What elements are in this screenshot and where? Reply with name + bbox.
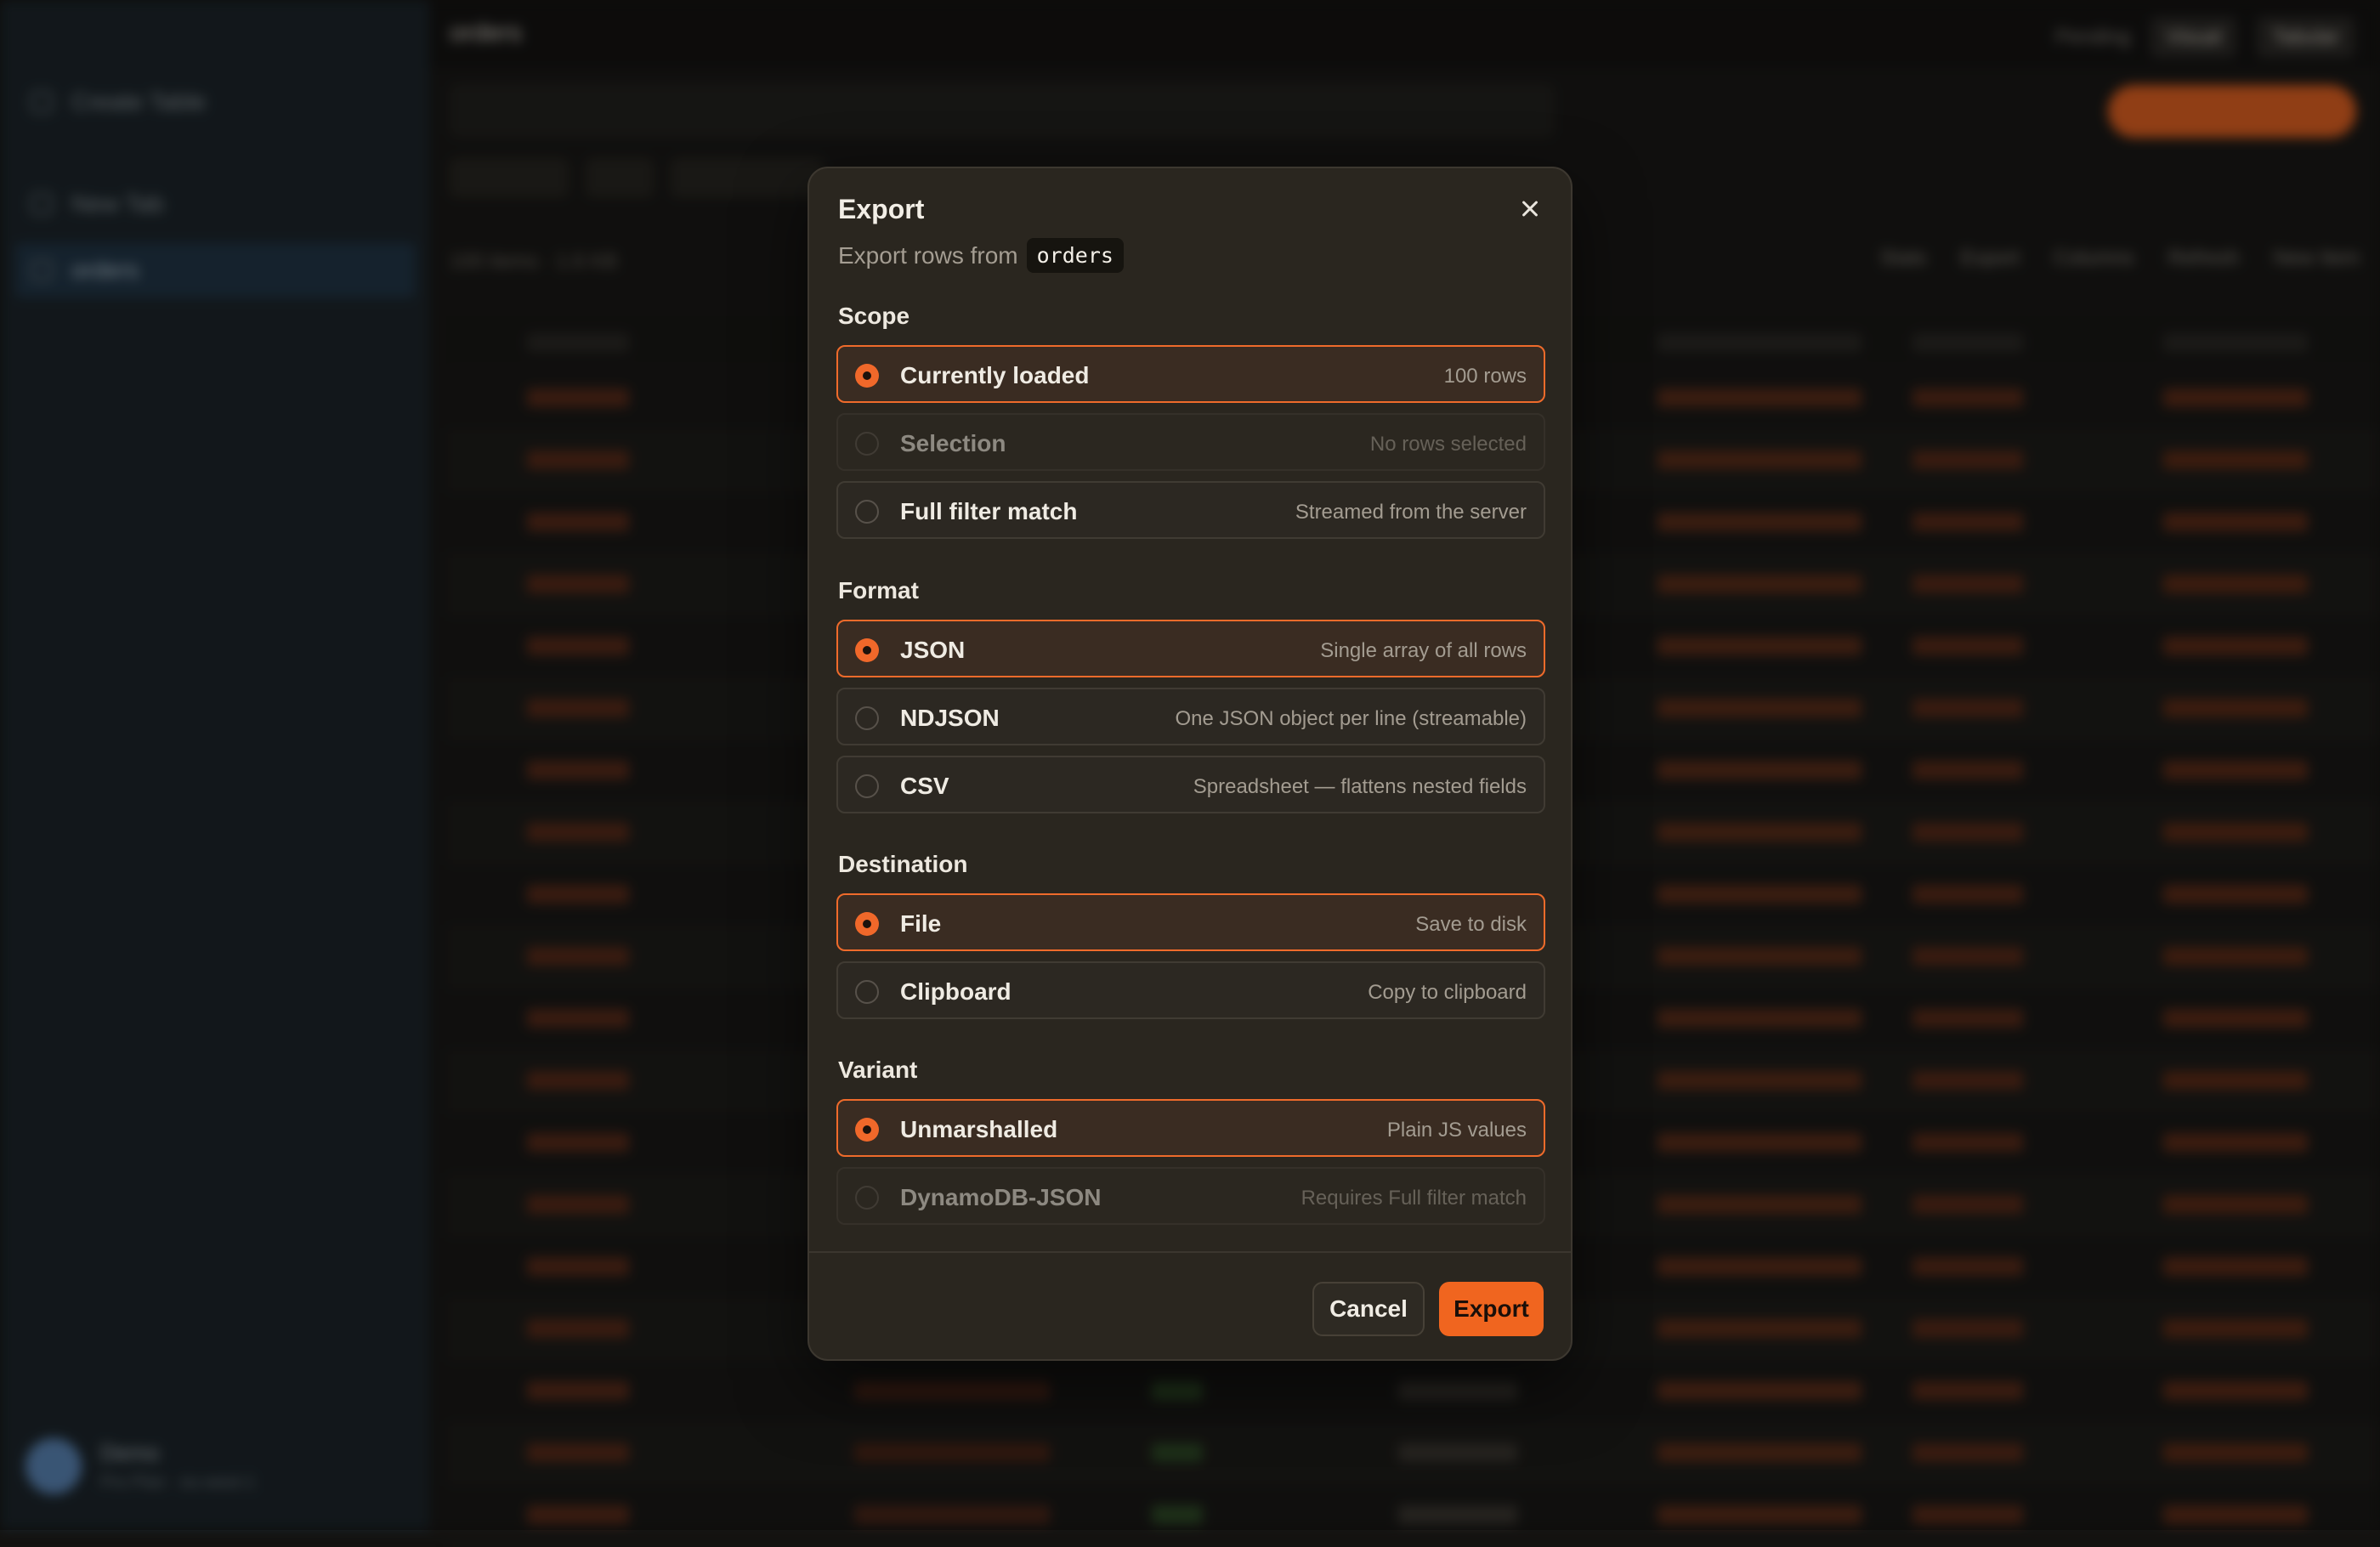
variant-option-unmarshalled[interactable]: Unmarshalled Plain JS values [836,1099,1545,1157]
option-description: One JSON object per line (streamable) [1175,707,1527,730]
scope-option-currently-loaded[interactable]: Currently loaded 100 rows [836,345,1545,403]
scope-option-full-filter-match[interactable]: Full filter match Streamed from the serv… [836,481,1545,539]
option-label: Unmarshalled [900,1116,1058,1142]
option-label: CSV [900,773,949,799]
variant-label: Variant [838,1057,918,1083]
radio-selected-icon [855,638,879,662]
export-dialog: Export Export rows from orders Scope Cur… [808,167,1572,1361]
radio-selected-icon [855,1118,879,1142]
option-description: Single array of all rows [1320,639,1527,662]
table-name-code: orders [1026,238,1124,273]
radio-icon [855,1186,879,1210]
option-label: Full filter match [900,498,1078,524]
option-description: 100 rows [1443,365,1527,388]
footer-divider [809,1251,1571,1253]
close-icon[interactable] [1513,192,1547,226]
dialog-subtitle: Export rows from orders [838,238,1124,273]
option-description: Plain JS values [1386,1119,1527,1142]
option-label: DynamoDB-JSON [900,1184,1102,1210]
option-label: Selection [900,430,1006,456]
option-description: No rows selected [1369,433,1527,456]
radio-icon [855,706,879,730]
cancel-button[interactable]: Cancel [1312,1282,1425,1336]
option-label: Clipboard [900,978,1012,1005]
option-label: NDJSON [900,705,1000,731]
format-option-ndjson[interactable]: NDJSON One JSON object per line (streama… [836,688,1545,745]
export-button[interactable]: Export [1439,1282,1544,1336]
variant-option-dynamodb-json: DynamoDB-JSON Requires Full filter match [836,1167,1545,1225]
radio-selected-icon [855,912,879,936]
format-option-csv[interactable]: CSV Spreadsheet — flattens nested fields [836,756,1545,813]
scope-label: Scope [838,303,910,329]
radio-selected-icon [855,364,879,388]
format-label: Format [838,577,919,604]
option-label: JSON [900,637,966,663]
radio-icon [855,980,879,1004]
radio-icon [855,500,879,524]
subtitle-text: Export rows from [838,241,1018,269]
destination-option-clipboard[interactable]: Clipboard Copy to clipboard [836,961,1545,1019]
destination-option-file[interactable]: File Save to disk [836,893,1545,951]
option-label: File [900,910,942,937]
option-description: Save to disk [1415,913,1527,936]
option-label: Currently loaded [900,362,1090,388]
destination-label: Destination [838,851,968,877]
format-option-json[interactable]: JSON Single array of all rows [836,620,1545,677]
option-description: Spreadsheet — flattens nested fields [1193,775,1527,798]
radio-icon [855,432,879,456]
scope-option-selection: Selection No rows selected [836,413,1545,471]
option-description: Copy to clipboard [1368,981,1527,1004]
option-description: Streamed from the server [1295,501,1527,524]
radio-icon [855,774,879,798]
option-description: Requires Full filter match [1300,1187,1527,1210]
dialog-title: Export [838,194,925,224]
